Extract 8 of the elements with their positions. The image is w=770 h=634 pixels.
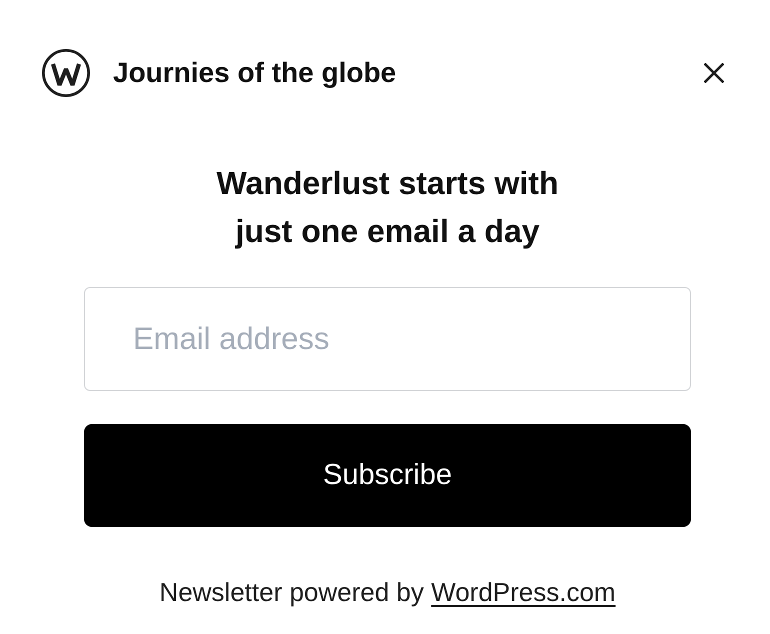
close-icon <box>704 63 724 83</box>
email-field[interactable]: Email address <box>84 287 691 391</box>
footer-text: Newsletter powered by WordPress.com <box>159 576 616 608</box>
subscribe-button[interactable]: Subscribe <box>84 424 691 527</box>
logo-icon <box>42 49 90 97</box>
site-title: Journies of the globe <box>113 56 396 90</box>
wordpress-link[interactable]: WordPress.com <box>431 577 616 607</box>
newsletter-heading: Wanderlust starts with just one email a day <box>216 164 560 251</box>
